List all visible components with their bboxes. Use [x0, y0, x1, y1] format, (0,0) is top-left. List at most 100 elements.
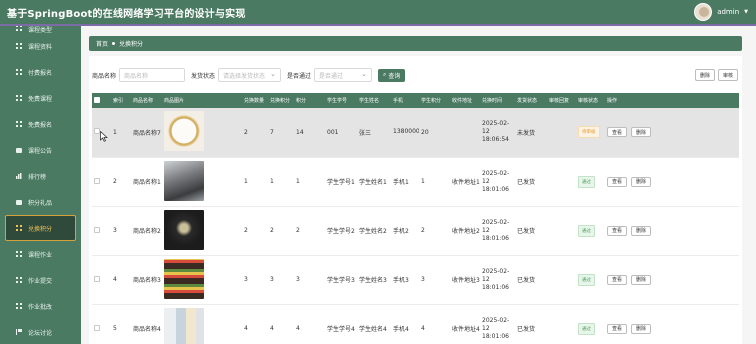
sidebar-item-free-signup[interactable]: 免费报名: [0, 111, 81, 137]
cell-time: 2025-02-12 18:01:06: [482, 218, 510, 242]
delete-row-button[interactable]: 删除: [630, 127, 651, 138]
cell-phone: 13800000000: [393, 128, 419, 136]
ship-status-select[interactable]: 请选择发货状态: [218, 68, 282, 82]
grid-icon: [16, 277, 22, 283]
delete-button[interactable]: 删除: [694, 69, 715, 81]
sidebar-item-redeem-points[interactable]: 兑换积分: [5, 215, 76, 241]
col-header: 发货状态: [517, 98, 538, 104]
cell-ship: 已发货: [517, 179, 536, 186]
view-button[interactable]: 查看: [607, 274, 628, 285]
cell-qty: 1: [244, 178, 248, 185]
view-button[interactable]: 查看: [607, 127, 628, 138]
product-image[interactable]: [164, 258, 204, 299]
cell-name: 商品名称7: [133, 129, 161, 137]
cell-student-name: 张三: [359, 129, 372, 137]
sidebar-item-label: 免费报名: [28, 121, 53, 129]
sidebar-item-course-homework[interactable]: 课程作业: [0, 241, 81, 267]
cell-address: [450, 108, 480, 157]
view-button[interactable]: 查看: [607, 323, 628, 334]
cell-reply: [547, 157, 576, 206]
cell-points: 3: [270, 276, 274, 283]
cell-student-name: 学生姓名3: [359, 277, 387, 284]
col-header: 学生学号: [327, 98, 348, 104]
search-button[interactable]: ⌕ 查询: [378, 68, 406, 82]
cell-index: 2: [113, 178, 117, 185]
cell-ship: 已发货: [517, 228, 536, 235]
delete-row-button[interactable]: 删除: [630, 176, 651, 187]
view-button[interactable]: 查看: [607, 176, 628, 187]
cell-student-name: 学生姓名4: [359, 326, 387, 333]
breadcrumb-home[interactable]: 首页: [96, 39, 108, 48]
cell-time: 2025-02-12 18:06:54: [482, 120, 510, 144]
table-row[interactable]: 5 商品名称4 4 4 4 学生学号4 学生姓名4 手机4 4 收件地址4 20…: [92, 304, 739, 344]
cell-qty: 2: [244, 227, 248, 234]
status-badge: 通过: [578, 224, 595, 237]
sidebar-item-ranking[interactable]: 排行榜: [0, 163, 81, 189]
col-header: 审核状态: [578, 98, 599, 104]
chevron-down-icon[interactable]: ▼: [744, 9, 748, 15]
grid-icon: [16, 303, 22, 309]
delete-row-button[interactable]: 删除: [630, 225, 651, 236]
cell-student-id: 学生学号1: [327, 179, 355, 186]
pass-status-select[interactable]: 是否通过: [314, 68, 373, 82]
breadcrumb-current: 兑换积分: [119, 41, 144, 48]
name-filter-input[interactable]: 商品名称: [119, 68, 186, 82]
cell-time: 2025-02-12 18:01:06: [482, 169, 510, 193]
cell-qty: 2: [244, 128, 248, 136]
table-row[interactable]: 2 商品名称1 1 1 1 学生学号1 学生姓名1 手机1 1 收件地址1 20…: [92, 157, 739, 206]
cell-address: 收件地址2: [452, 228, 480, 235]
cell-student-id: 学生学号2: [327, 228, 355, 235]
sidebar-item-label: 付费报名: [28, 69, 53, 77]
product-image[interactable]: [164, 307, 204, 344]
status-badge: 待审核: [578, 126, 600, 139]
sidebar-item-course-material[interactable]: 课程资料: [0, 33, 81, 59]
sidebar-item-homework-grading[interactable]: 作业批改: [0, 293, 81, 319]
cell-phone: 手机3: [393, 277, 409, 284]
cell-score: 14: [296, 128, 304, 136]
sidebar-item-label: 课程类型: [28, 27, 53, 34]
select-all-checkbox[interactable]: [94, 96, 100, 103]
sidebar-item-course-notice[interactable]: 课程公告: [0, 137, 81, 163]
audit-button[interactable]: 审核: [717, 69, 738, 81]
sidebar-item-label: 兑换积分: [28, 225, 53, 233]
delete-row-button[interactable]: 删除: [630, 323, 651, 334]
row-checkbox[interactable]: [94, 226, 100, 233]
col-header: 商品图片: [164, 98, 185, 104]
chat-icon: [16, 147, 22, 153]
sidebar-item-course-type[interactable]: 课程类型: [0, 26, 81, 34]
avatar[interactable]: [694, 3, 713, 21]
row-checkbox[interactable]: [94, 275, 100, 282]
bar-chart-icon: [16, 173, 22, 179]
table-row[interactable]: 4 商品名称3 3 3 3 学生学号3 学生姓名3 手机3 3 收件地址3 20…: [92, 255, 739, 304]
table-row[interactable]: 1 商品名称7 2 7 14 001 张三 13800000000 20 202…: [92, 108, 739, 157]
user-menu[interactable]: admin ▼: [694, 3, 748, 21]
grid-icon: [16, 26, 22, 31]
sidebar-item-free-course[interactable]: 免费课程: [0, 85, 81, 111]
grid-icon: [16, 95, 22, 101]
cell-phone: 手机2: [393, 228, 409, 235]
product-image[interactable]: [164, 111, 204, 152]
product-image[interactable]: [164, 160, 204, 201]
table-row[interactable]: 3 商品名称2 2 2 2 学生学号2 学生姓名2 手机2 2 收件地址2 20…: [92, 206, 739, 255]
cell-time: 2025-02-12 18:01:06: [482, 316, 510, 340]
sidebar-item-homework-submit[interactable]: 作业提交: [0, 267, 81, 293]
col-header: 操作: [607, 98, 618, 104]
cell-student-points: 20: [421, 128, 429, 136]
search-icon: ⌕: [383, 71, 387, 78]
cell-points: 2: [270, 227, 274, 234]
cell-reply: [547, 255, 576, 304]
sidebar-item-forum[interactable]: 论坛讨论: [0, 319, 81, 344]
sidebar-item-points-gift[interactable]: 积分礼品: [0, 189, 81, 215]
view-button[interactable]: 查看: [607, 225, 628, 236]
delete-row-button[interactable]: 删除: [630, 274, 651, 285]
ship-filter-label: 发货状态: [191, 72, 216, 80]
sidebar-item-label: 排行榜: [28, 173, 47, 181]
row-checkbox[interactable]: [94, 324, 100, 331]
product-image[interactable]: [164, 209, 204, 250]
cell-score: 2: [296, 227, 300, 234]
col-header: 兑换时间: [482, 98, 503, 104]
row-checkbox[interactable]: [94, 177, 100, 184]
sidebar-item-label: 作业提交: [28, 277, 53, 285]
sidebar-item-paid-signup[interactable]: 付费报名: [0, 59, 81, 85]
username[interactable]: admin: [717, 8, 739, 16]
